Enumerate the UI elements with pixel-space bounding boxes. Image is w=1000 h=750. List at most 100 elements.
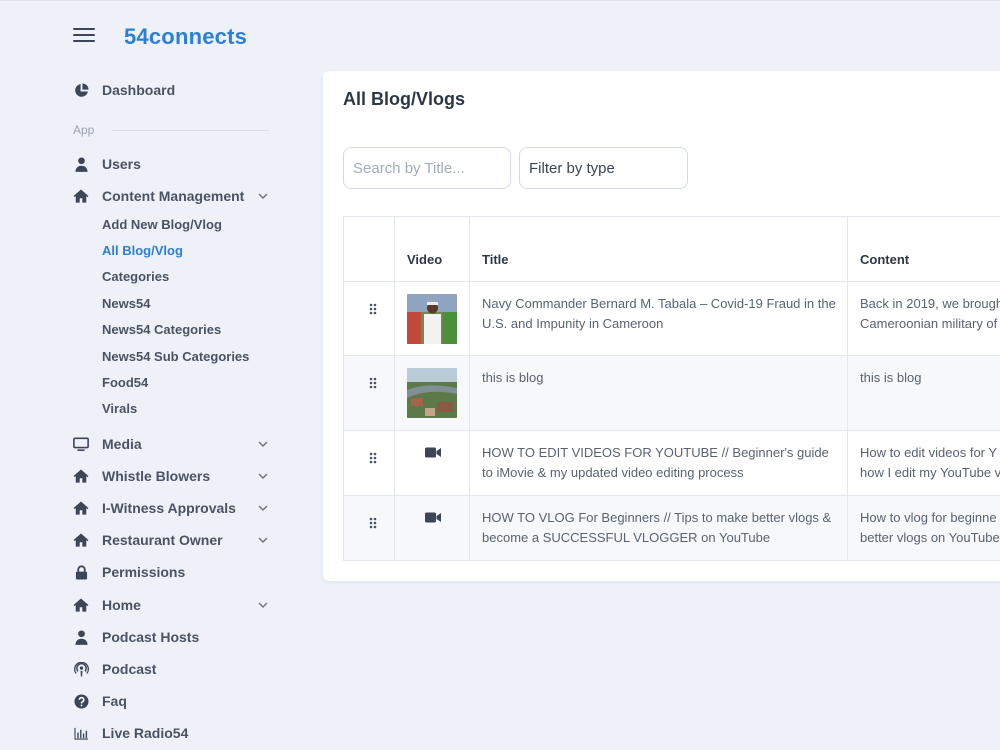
post-thumbnail[interactable] [407, 294, 457, 344]
sidebar-item-i-witness-approvals[interactable]: I-Witness Approvals [73, 496, 273, 520]
post-content: Back in 2019, we brough Cameroonian mili… [860, 294, 1000, 334]
sidebar-item-podcast-hosts[interactable]: Podcast Hosts [73, 625, 273, 649]
sidebar-item-label: Users [102, 156, 141, 172]
sidebar-subitem-all-blog[interactable]: All Blog/Vlog [102, 243, 183, 258]
header-content-cell: Content [848, 217, 1000, 281]
sidebar-subitem-virals[interactable]: Virals [102, 401, 137, 416]
column-header-video: Video [407, 252, 443, 267]
chevron-down-icon [258, 537, 268, 543]
user-icon [73, 156, 89, 172]
sidebar-item-media[interactable]: Media [73, 432, 273, 456]
video-cell [395, 282, 470, 355]
chevron-down-icon [258, 505, 268, 511]
filter-type-select[interactable]: Filter by type [519, 147, 688, 189]
drag-handle-icon[interactable] [369, 517, 377, 529]
drag-handle-icon[interactable] [369, 452, 377, 464]
page-title: All Blog/Vlogs [343, 89, 466, 109]
sidebar-item-home[interactable]: Home [73, 593, 273, 617]
sidebar-item-label: Faq [102, 693, 127, 709]
chevron-down-icon [258, 473, 268, 479]
title-cell: HOW TO VLOG For Beginners // Tips to mak… [470, 496, 848, 560]
video-cell [395, 431, 470, 495]
post-content-line: Cameroonian military of [860, 316, 998, 331]
sidebar-item-restaurant-owner[interactable]: Restaurant Owner [73, 528, 273, 552]
pie-chart-icon [73, 82, 89, 98]
title-cell: HOW TO EDIT VIDEOS FOR YOUTUBE // Beginn… [470, 431, 848, 495]
drag-cell [344, 356, 395, 430]
header-title-cell: Title [470, 217, 848, 281]
column-header-title: Title [482, 252, 509, 267]
post-content-line: Back in 2019, we brough [860, 296, 1000, 311]
post-title[interactable]: HOW TO EDIT VIDEOS FOR YOUTUBE // Beginn… [482, 443, 837, 483]
home-icon [73, 468, 89, 484]
home-icon [73, 500, 89, 516]
sidebar-item-faq[interactable]: Faq [73, 689, 273, 713]
lock-icon [73, 564, 89, 580]
video-camera-icon[interactable] [425, 512, 441, 523]
drag-handle-icon[interactable] [369, 377, 377, 389]
blog-list-card: All Blog/Vlogs Filter by type Video Titl… [323, 71, 1000, 581]
chevron-down-icon [258, 441, 268, 447]
sidebar-item-label: I-Witness Approvals [102, 500, 236, 516]
blog-table: Video Title Content Navy Commander Berna… [343, 216, 1000, 561]
monitor-icon [73, 436, 89, 452]
post-thumbnail[interactable] [407, 368, 457, 418]
title-cell: this is blog [470, 356, 848, 430]
content-cell: this is blog [848, 356, 1000, 430]
title-cell: Navy Commander Bernard M. Tabala – Covid… [470, 282, 848, 355]
sidebar-item-label: Podcast [102, 661, 157, 677]
search-input[interactable] [343, 147, 511, 189]
table-row[interactable]: Navy Commander Bernard M. Tabala – Covid… [343, 282, 1000, 356]
table-header-row: Video Title Content [343, 217, 1000, 282]
table-row[interactable]: HOW TO EDIT VIDEOS FOR YOUTUBE // Beginn… [343, 431, 1000, 496]
home-icon [73, 597, 89, 613]
sidebar-item-label: Whistle Blowers [102, 468, 211, 484]
post-title[interactable]: HOW TO VLOG For Beginners // Tips to mak… [482, 508, 837, 548]
sidebar-item-whistle-blowers[interactable]: Whistle Blowers [73, 464, 273, 488]
video-cell [395, 356, 470, 430]
content-cell: Back in 2019, we brough Cameroonian mili… [848, 282, 1000, 355]
home-icon [73, 532, 89, 548]
bar-chart-icon [73, 725, 89, 741]
sidebar-subitem-add-new-blog[interactable]: Add New Blog/Vlog [102, 217, 222, 232]
section-divider [112, 130, 269, 131]
video-camera-icon[interactable] [425, 447, 441, 458]
sidebar-item-content-management[interactable]: Content Management [73, 184, 273, 208]
post-content-line: better vlogs on YouTube [860, 530, 1000, 545]
sidebar-item-label: Podcast Hosts [102, 629, 200, 645]
content-cell: How to vlog for beginne better vlogs on … [848, 496, 1000, 560]
chevron-down-icon [258, 602, 268, 608]
sidebar-item-podcast[interactable]: Podcast [73, 657, 273, 681]
sidebar-subitem-food54[interactable]: Food54 [102, 375, 148, 390]
home-icon [73, 188, 89, 204]
drag-cell [344, 496, 395, 560]
sidebar-item-label: Dashboard [102, 82, 176, 98]
content-cell: How to edit videos for Y how I edit my Y… [848, 431, 1000, 495]
sidebar-item-label: Content Management [102, 188, 245, 204]
table-row[interactable]: this is blog this is blog [343, 356, 1000, 431]
table-row[interactable]: HOW TO VLOG For Beginners // Tips to mak… [343, 496, 1000, 561]
podcast-icon [73, 661, 89, 677]
post-title[interactable]: Navy Commander Bernard M. Tabala – Covid… [482, 294, 837, 334]
sidebar-item-label: Media [102, 436, 142, 452]
post-content: How to edit videos for Y how I edit my Y… [860, 443, 1000, 483]
post-content: this is blog [860, 368, 1000, 388]
question-circle-icon [73, 693, 89, 709]
sidebar-subitem-news54-categories[interactable]: News54 Categories [102, 322, 221, 337]
header-video-cell: Video [395, 217, 470, 281]
user-icon [73, 629, 89, 645]
sidebar-subitem-news54-sub-categories[interactable]: News54 Sub Categories [102, 349, 249, 364]
post-title[interactable]: this is blog [482, 368, 837, 388]
sidebar-item-label: Permissions [102, 564, 186, 580]
sidebar-item-users[interactable]: Users [73, 152, 273, 176]
drag-handle-icon[interactable] [369, 303, 377, 315]
section-label-app: App [73, 123, 95, 137]
chevron-down-icon [258, 193, 268, 199]
sidebar-subitem-news54[interactable]: News54 [102, 296, 150, 311]
sidebar-item-live-radio54[interactable]: Live Radio54 [73, 721, 273, 745]
sidebar-subitem-categories[interactable]: Categories [102, 269, 169, 284]
post-content-line: How to vlog for beginne [860, 510, 997, 525]
sidebar-item-permissions[interactable]: Permissions [73, 560, 273, 584]
sidebar-item-dashboard[interactable]: Dashboard [73, 78, 273, 102]
sidebar-item-label: Home [102, 597, 141, 613]
